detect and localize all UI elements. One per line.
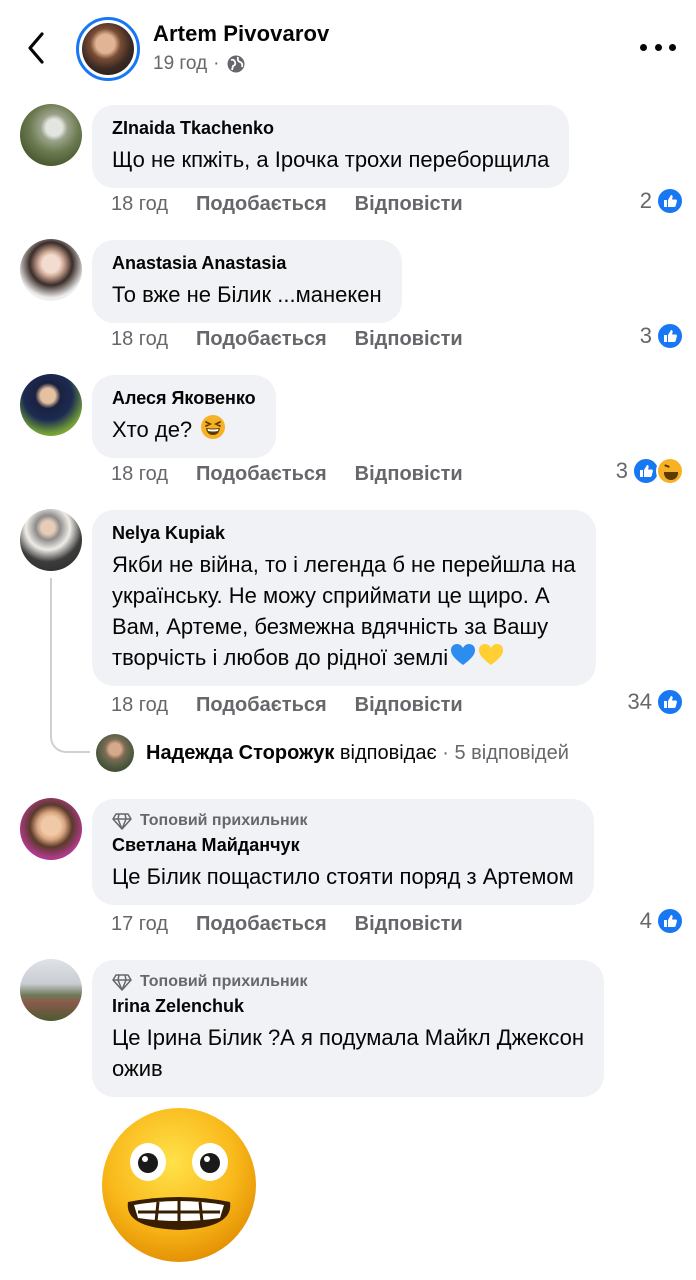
reply-button[interactable]: Відповісти — [355, 913, 463, 936]
comment-text-line: українську. Не можу сприймати це щиро. А — [112, 583, 550, 608]
top-fan-badge: Топовий прихильник — [112, 972, 584, 992]
avatar[interactable] — [20, 104, 82, 166]
comment-text-span: творчість і любов до рідної землі — [112, 645, 449, 670]
comment-author[interactable]: Алеся Яковенко — [112, 387, 256, 409]
avatar[interactable] — [20, 239, 82, 301]
avatar — [96, 734, 134, 772]
like-button[interactable]: Подобається — [196, 694, 327, 717]
comment-text: Це Ірина Білик ?А я подумала Майкл Джекс… — [112, 1022, 584, 1084]
yellow-heart-icon — [479, 644, 504, 665]
chevron-left-icon — [28, 32, 44, 64]
author-name[interactable]: Artem Pivovarov — [153, 21, 329, 47]
comment-text-line: Хто де? — [112, 417, 193, 442]
comment-author[interactable]: Светлана Майданчук — [112, 834, 574, 856]
like-button[interactable]: Подобається — [196, 463, 327, 486]
reaction-summary[interactable]: 4 — [640, 907, 684, 935]
back-button[interactable] — [22, 26, 52, 70]
reply-count: 5 відповідей — [454, 741, 569, 764]
reply-action: відповідає — [339, 741, 437, 764]
comment-bubble[interactable]: Алеся Яковенко Хто де? — [92, 375, 276, 458]
diamond-icon — [112, 974, 132, 991]
reply-thread-line — [50, 578, 90, 753]
meta-separator: · — [213, 53, 220, 74]
comment-bubble[interactable]: Топовий прихильник Светлана Майданчук Це… — [92, 799, 594, 905]
reaction-summary[interactable]: 2 — [640, 187, 684, 215]
like-icon — [656, 688, 684, 716]
like-icon — [656, 322, 684, 350]
comment-text: Що не кпжіть, а Ірочка трохи переборщила — [112, 147, 550, 172]
reply-button[interactable]: Відповісти — [355, 193, 463, 216]
like-button[interactable]: Подобається — [196, 193, 327, 216]
diamond-icon — [112, 813, 132, 830]
comment-text: Це Білик пощастило стояти поряд з Артемо… — [112, 864, 574, 889]
author-avatar[interactable] — [76, 17, 140, 81]
comment-bubble[interactable]: ZInaida Tkachenko Що не кпжіть, а Ірочка… — [92, 105, 570, 188]
post-meta: 19 год · — [153, 53, 246, 75]
comment-actions: 18 год Подобається Відповісти — [111, 694, 463, 717]
comment-text-line: Це Ірина Білик ?А я подумала Майкл Джекс… — [112, 1025, 585, 1050]
comment-actions: 18 год Подобається Відповісти — [111, 328, 463, 351]
avatar[interactable] — [20, 374, 82, 436]
like-icon — [656, 187, 684, 215]
reply-author: Надежда Сторожук — [146, 741, 335, 764]
reaction-count: 3 — [639, 323, 652, 348]
blue-heart-icon — [451, 644, 476, 665]
comment-time[interactable]: 17 год — [111, 913, 168, 936]
like-icon — [656, 907, 684, 935]
post-header: Artem Pivovarov 19 год · — [0, 0, 696, 96]
reply-button[interactable]: Відповісти — [355, 694, 463, 717]
comment-author[interactable]: Anastasia Anastasia — [112, 252, 382, 274]
reply-separator: · — [442, 741, 449, 764]
comment-time[interactable]: 18 год — [111, 328, 168, 351]
comment-time[interactable]: 18 год — [111, 463, 168, 486]
dot-icon — [654, 43, 662, 51]
avatar[interactable] — [20, 798, 82, 860]
haha-icon — [656, 457, 684, 485]
comment-time[interactable]: 18 год — [111, 193, 168, 216]
comment-text: Хто де? — [112, 414, 256, 445]
comment-text-line: творчість і любов до рідної землі — [112, 642, 576, 673]
reaction-summary[interactable]: 34 — [628, 688, 684, 716]
avatar[interactable] — [20, 509, 82, 571]
like-button[interactable]: Подобається — [196, 328, 327, 351]
globe-icon — [227, 55, 244, 73]
reaction-count: 2 — [639, 188, 652, 213]
comment-bubble[interactable]: Nelya Kupiak Якби не війна, то і легенда… — [92, 510, 596, 686]
comment-author[interactable]: Irina Zelenchuk — [112, 995, 584, 1017]
comment-actions: 18 год Подобається Відповісти — [111, 463, 463, 486]
reaction-summary[interactable]: 3 — [616, 457, 684, 485]
top-fan-label: Топовий прихильник — [140, 973, 308, 990]
post-time[interactable]: 19 год — [153, 53, 207, 75]
comment-actions: 17 год Подобається Відповісти — [111, 913, 463, 936]
like-button[interactable]: Подобається — [196, 913, 327, 936]
dot-icon — [669, 43, 676, 51]
comment-actions: 18 год Подобається Відповісти — [111, 193, 463, 216]
reaction-summary[interactable]: 3 — [640, 322, 684, 350]
avatar[interactable] — [20, 959, 82, 1021]
reaction-count: 3 — [615, 458, 628, 483]
reaction-count: 4 — [639, 908, 652, 933]
comment-text: То вже не Білик ...манекен — [112, 282, 382, 307]
comment-bubble[interactable]: Anastasia Anastasia То вже не Білик ...м… — [92, 240, 402, 323]
comment-author[interactable]: ZInaida Tkachenko — [112, 117, 549, 139]
view-replies-link[interactable]: Надежда Сторожук відповідає · 5 відповід… — [96, 734, 569, 772]
comment-text-line: Якби не війна, то і легенда б не перейшл… — [112, 552, 576, 577]
top-fan-badge: Топовий прихильник — [112, 811, 574, 831]
comment-author[interactable]: Nelya Kupiak — [112, 522, 576, 544]
comment-text-line: ожив — [112, 1056, 163, 1081]
reply-button[interactable]: Відповісти — [355, 463, 463, 486]
comment-text: Якби не війна, то і легенда б не перейшл… — [112, 549, 576, 673]
comment-text-line: Вам, Артеме, безмежна вдячність за Вашу — [112, 614, 549, 639]
grimacing-face-sticker — [102, 1108, 256, 1262]
comment-time[interactable]: 18 год — [111, 694, 168, 717]
reply-button[interactable]: Відповісти — [355, 328, 463, 351]
grinning-squinting-face-icon — [201, 415, 226, 439]
more-options-button[interactable] — [640, 33, 676, 61]
dot-icon — [640, 43, 647, 51]
reaction-count: 34 — [627, 689, 652, 714]
top-fan-label: Топовий прихильник — [140, 812, 308, 829]
comment-bubble[interactable]: Топовий прихильник Irina Zelenchuk Це Ір… — [92, 960, 605, 1097]
